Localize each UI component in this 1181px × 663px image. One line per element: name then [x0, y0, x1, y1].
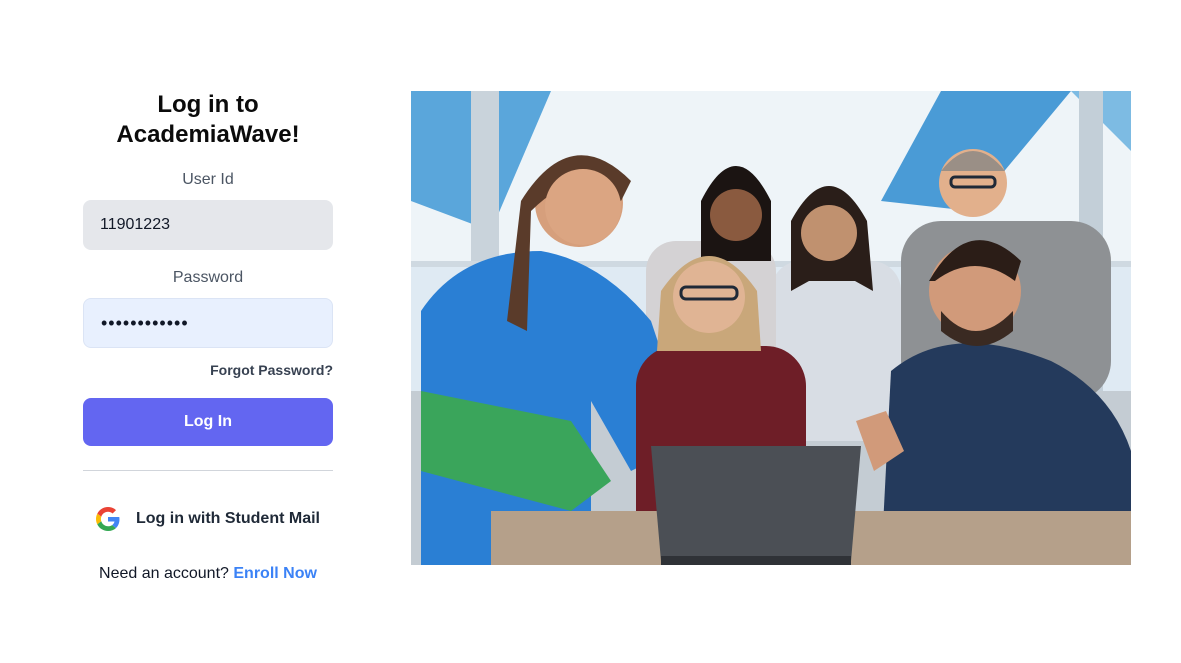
hero-image	[411, 91, 1131, 565]
page-title: Log in to AcademiaWave!	[83, 90, 333, 150]
forgot-password-link[interactable]: Forgot Password?	[83, 362, 333, 378]
login-button[interactable]: Log In	[83, 398, 333, 446]
title-line-1: Log in to	[157, 91, 259, 118]
password-label: Password	[172, 269, 244, 286]
user-id-input[interactable]	[83, 200, 333, 250]
signup-prompt-text: Need an account?	[99, 565, 229, 582]
password-input[interactable]	[83, 298, 333, 348]
enroll-now-link[interactable]: Enroll Now	[233, 565, 317, 582]
google-login-button[interactable]: Log in with Student Mail	[83, 495, 333, 543]
google-login-label: Log in with Student Mail	[136, 510, 320, 527]
signup-prompt: Need an account? Enroll Now	[83, 565, 333, 583]
user-id-label: User Id	[182, 171, 234, 188]
login-page: Log in to AcademiaWave! User Id Password…	[0, 0, 1181, 663]
google-g-icon	[96, 507, 120, 531]
login-panel: Log in to AcademiaWave! User Id Password…	[83, 90, 333, 583]
team-photo-illustration	[411, 91, 1131, 565]
title-line-2: AcademiaWave!	[116, 121, 300, 148]
divider	[83, 470, 333, 471]
